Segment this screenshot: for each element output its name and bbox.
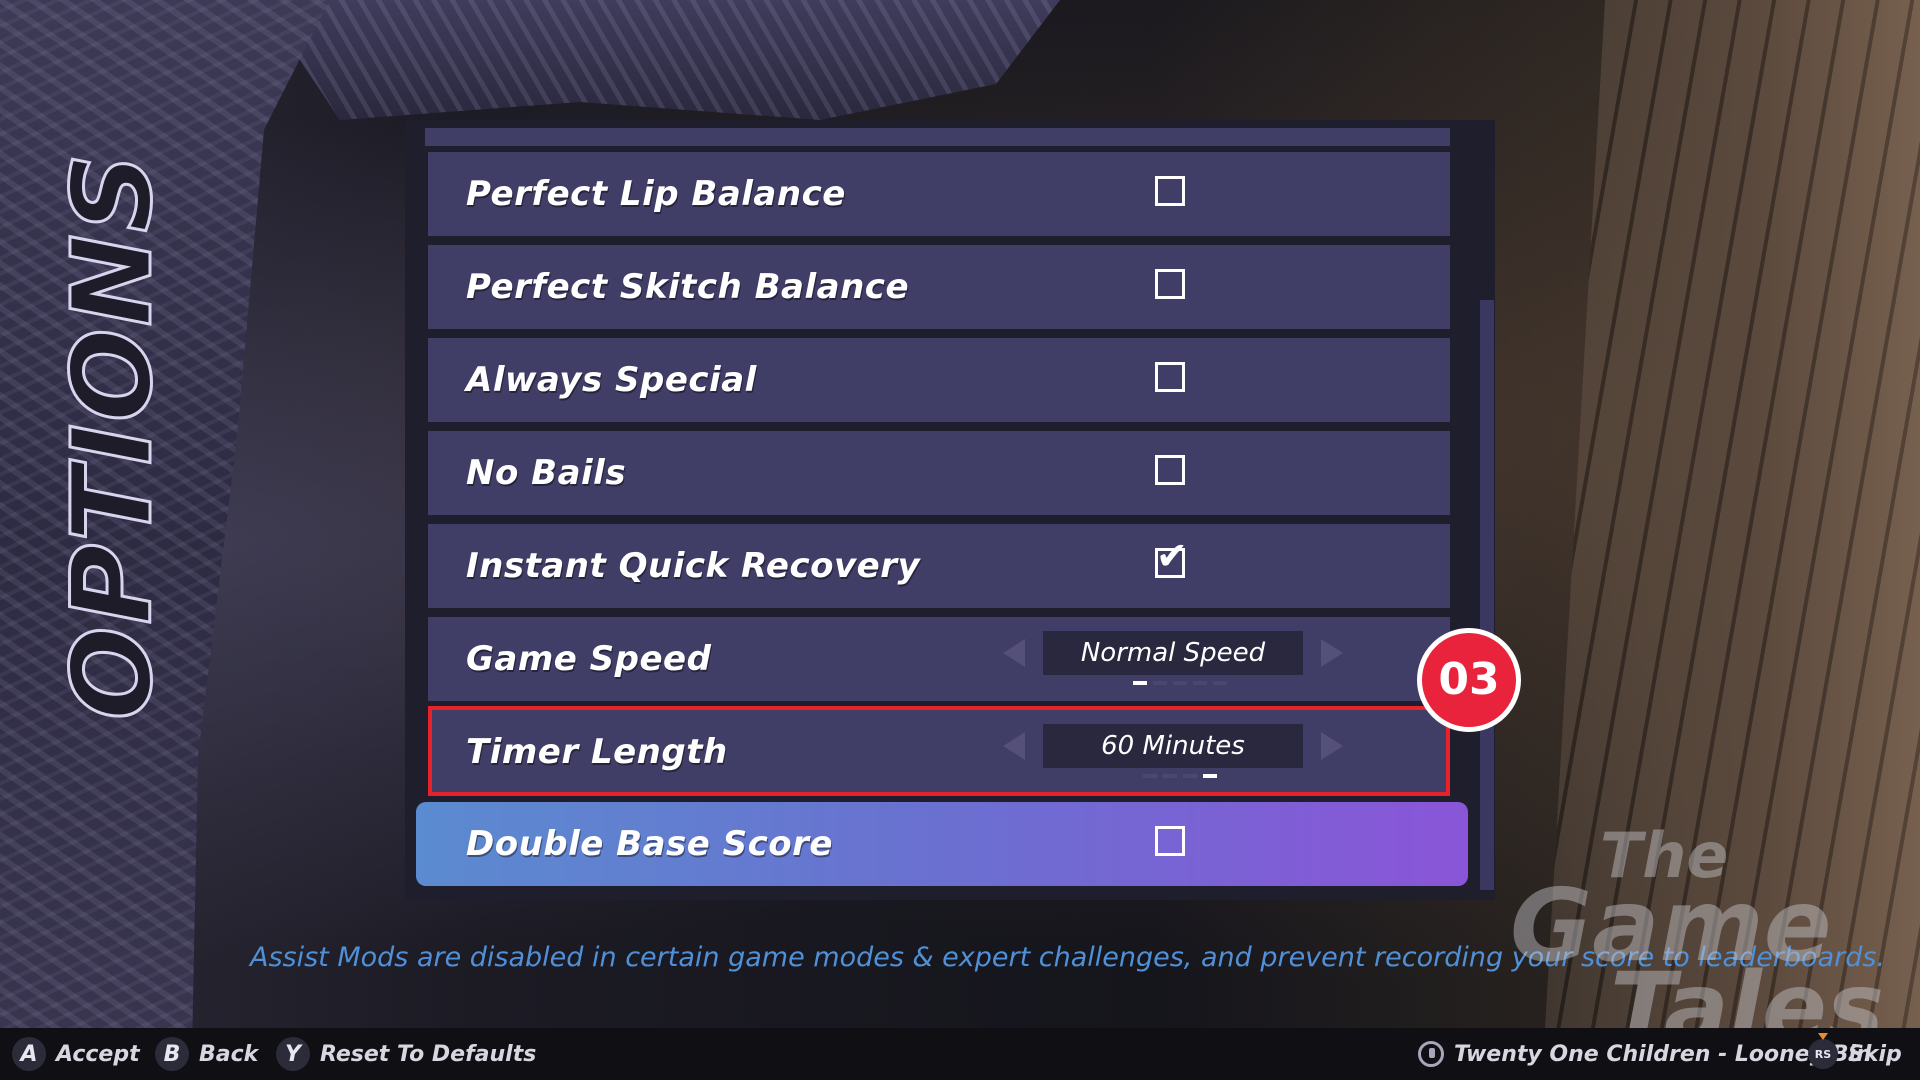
accept-hint[interactable]: A Accept bbox=[12, 1028, 140, 1080]
a-button-icon: A bbox=[12, 1037, 46, 1071]
option-label: Game Speed bbox=[466, 639, 712, 679]
option-checkbox[interactable] bbox=[1155, 269, 1185, 299]
selector-dot bbox=[1153, 681, 1167, 685]
annotation-step-badge: 03 bbox=[1417, 628, 1521, 732]
selector-dot bbox=[1163, 774, 1177, 778]
reset-defaults-hint[interactable]: Y Reset To Defaults bbox=[276, 1028, 536, 1080]
music-icon bbox=[1418, 1041, 1444, 1067]
option-row-game-speed[interactable]: Game Speed Normal Speed bbox=[428, 617, 1450, 701]
option-checkbox[interactable] bbox=[1155, 455, 1185, 485]
accept-label: Accept bbox=[56, 1041, 140, 1067]
option-row-always-special[interactable]: Always Special bbox=[428, 338, 1450, 422]
selector-value: Normal Speed bbox=[1043, 631, 1303, 675]
option-checkbox[interactable] bbox=[1155, 176, 1185, 206]
selector-value: 60 Minutes bbox=[1043, 724, 1303, 768]
option-row-timer-length[interactable]: Timer Length 60 Minutes bbox=[428, 710, 1450, 794]
option-row-perfect-skitch-balance[interactable]: Perfect Skitch Balance bbox=[428, 245, 1450, 329]
b-button-icon: B bbox=[155, 1037, 189, 1071]
option-label: Perfect Skitch Balance bbox=[466, 267, 910, 307]
selector-position-indicator bbox=[1143, 774, 1217, 778]
game-speed-selector[interactable]: Normal Speed bbox=[1003, 631, 1343, 691]
option-row-no-bails[interactable]: No Bails bbox=[428, 431, 1450, 515]
selector-dot bbox=[1143, 774, 1157, 778]
selector-dot bbox=[1173, 681, 1187, 685]
reset-defaults-label: Reset To Defaults bbox=[320, 1041, 537, 1067]
option-row-perfect-lip-balance[interactable]: Perfect Lip Balance bbox=[428, 152, 1450, 236]
rs-button-icon: RS bbox=[1808, 1033, 1838, 1069]
back-label: Back bbox=[199, 1041, 259, 1067]
controls-bar: A Accept B Back Y Reset To Defaults Twen… bbox=[0, 1028, 1920, 1080]
option-label: No Bails bbox=[466, 453, 627, 493]
selector-position-indicator bbox=[1133, 681, 1227, 685]
now-playing: Twenty One Children - Looney Bin bbox=[1418, 1028, 1872, 1080]
selector-dot bbox=[1203, 774, 1217, 778]
options-scrollbar[interactable] bbox=[1480, 300, 1494, 890]
option-checkbox-checked[interactable]: ✔ bbox=[1155, 537, 1188, 578]
page-title: OPTIONS bbox=[47, 150, 178, 722]
arrow-left-icon[interactable] bbox=[1003, 639, 1025, 667]
timer-length-selector[interactable]: 60 Minutes bbox=[1003, 724, 1343, 784]
y-button-icon: Y bbox=[276, 1037, 310, 1071]
selector-dot bbox=[1193, 681, 1207, 685]
checkmark-icon: ✔ bbox=[1156, 534, 1188, 578]
option-checkbox[interactable] bbox=[1155, 826, 1185, 856]
selector-dot bbox=[1183, 774, 1197, 778]
watermark-logo: The Game Tales bbox=[1510, 825, 1910, 1056]
option-label: Instant Quick Recovery bbox=[466, 546, 921, 586]
arrow-left-icon[interactable] bbox=[1003, 732, 1025, 760]
options-panel-top-edge bbox=[425, 128, 1450, 146]
selector-dot bbox=[1133, 681, 1147, 685]
option-checkbox[interactable] bbox=[1155, 362, 1185, 392]
option-label: Always Special bbox=[466, 360, 757, 400]
option-label: Double Base Score bbox=[466, 824, 833, 864]
option-label: Perfect Lip Balance bbox=[466, 174, 846, 214]
skip-label: Skip bbox=[1848, 1041, 1902, 1067]
arrow-right-icon[interactable] bbox=[1321, 639, 1343, 667]
option-row-double-base-score[interactable]: Double Base Score bbox=[416, 802, 1468, 886]
option-row-instant-quick-recovery[interactable]: Instant Quick Recovery ✔ bbox=[428, 524, 1450, 608]
selector-dot bbox=[1213, 681, 1227, 685]
arrow-right-icon[interactable] bbox=[1321, 732, 1343, 760]
option-label: Timer Length bbox=[466, 732, 728, 772]
back-hint[interactable]: B Back bbox=[155, 1028, 258, 1080]
skip-hint[interactable]: RS Skip bbox=[1808, 1028, 1902, 1080]
